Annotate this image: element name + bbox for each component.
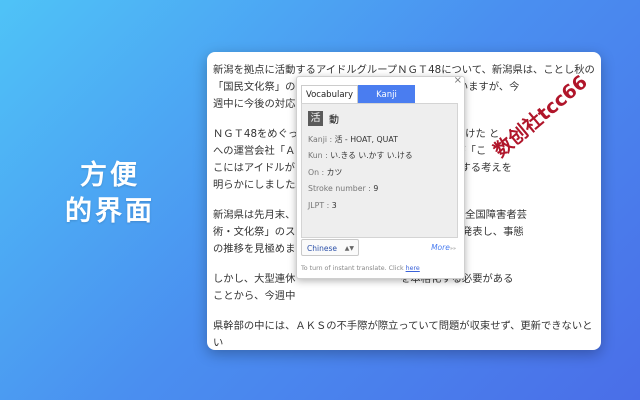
detail-label: Kanji : xyxy=(308,135,333,144)
detail-kun: Kun : い.きる い.かす い.ける xyxy=(308,150,413,161)
detail-value: い.きる い.かす い.ける xyxy=(330,151,413,160)
translate-popup: × Vocabulary Kanji 活 動 Kanji : 活 - HOAT,… xyxy=(296,75,465,279)
tab-kanji[interactable]: Kanji xyxy=(358,85,415,103)
detail-value: カツ xyxy=(326,168,343,177)
detail-label: Stroke number : xyxy=(308,184,371,193)
detail-kanji: Kanji : 活 - HOAT, QUAT xyxy=(308,134,398,145)
kanji-panel: 活 動 Kanji : 活 - HOAT, QUAT Kun : い.きる い.… xyxy=(301,103,458,238)
double-chevron-icon: »» xyxy=(449,246,456,252)
detail-value: 3 xyxy=(331,201,337,210)
article-paragraph: 県幹部の中には、ＡＫＳの不手際が際立っていて問題が収束せず、更新できないとい う… xyxy=(213,320,593,349)
detail-label: On : xyxy=(308,168,325,177)
hint-text: To turn of instant translate. Click xyxy=(301,265,406,272)
detail-label: JLPT : xyxy=(308,201,330,210)
updown-arrow-icon: ▲▼ xyxy=(344,245,354,252)
detail-value: 9 xyxy=(373,184,379,193)
detail-stroke: Stroke number : 9 xyxy=(308,184,378,193)
detail-value: 活 - HOAT, QUAT xyxy=(334,135,398,144)
language-select[interactable]: Chinese ▲▼ xyxy=(301,239,359,256)
hint-here-link[interactable]: here xyxy=(406,265,420,272)
next-kanji[interactable]: 動 xyxy=(329,111,339,126)
instant-translate-hint: To turn of instant translate. Click here xyxy=(301,265,420,272)
close-icon[interactable]: × xyxy=(454,75,462,87)
detail-jlpt: JLPT : 3 xyxy=(308,201,337,210)
detail-label: Kun : xyxy=(308,151,328,160)
detail-on: On : カツ xyxy=(308,167,342,178)
tab-vocabulary[interactable]: Vocabulary xyxy=(301,85,358,103)
word-row: 活 動 xyxy=(308,111,339,126)
popup-tabs: Vocabulary Kanji xyxy=(301,85,415,103)
language-value: Chinese xyxy=(307,244,337,253)
promo-headline: 方便 的界面 xyxy=(50,158,170,230)
selected-kanji: 活 xyxy=(308,111,323,126)
headline-line-1: 方便 xyxy=(80,160,140,191)
more-label: More xyxy=(431,243,450,252)
headline-line-2: 的界面 xyxy=(65,196,155,227)
more-link[interactable]: More»» xyxy=(431,243,456,252)
